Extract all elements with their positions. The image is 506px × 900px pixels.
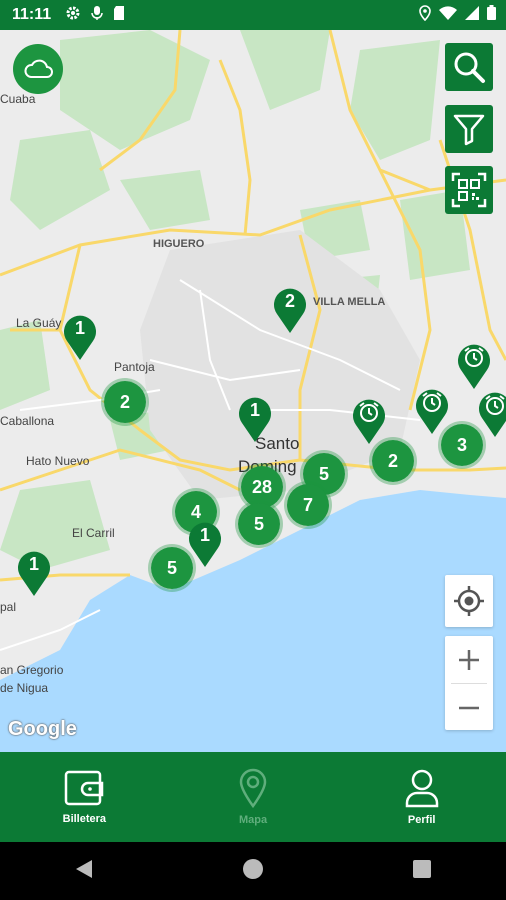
- pin-count: 1: [249, 400, 260, 420]
- place-pal: pal: [0, 600, 17, 614]
- plus-icon: [459, 649, 479, 670]
- wallet-icon: [65, 770, 104, 806]
- map-pin-icon: [239, 768, 267, 808]
- pin-count: 1: [28, 554, 39, 574]
- qr-code-icon: [451, 172, 487, 208]
- map-pin-marker[interactable]: 2: [271, 284, 309, 334]
- home-button[interactable]: [242, 858, 264, 885]
- map-pin-marker[interactable]: 1: [15, 547, 53, 597]
- place-caballona: Caballona: [0, 414, 55, 428]
- alarm-pin-marker[interactable]: [350, 395, 388, 445]
- place-villa-mella: VILLA MELLA: [313, 296, 386, 308]
- alarm-pin-marker[interactable]: [413, 385, 451, 435]
- alarm-clock-icon: [416, 389, 448, 434]
- pin-count: 2: [284, 291, 295, 311]
- recents-square-icon: [413, 859, 431, 878]
- my-location-button[interactable]: [445, 575, 493, 627]
- filter-icon: [453, 114, 485, 146]
- crosshair-icon: [454, 586, 484, 616]
- place-san-gregorio: an Gregorio: [0, 663, 64, 677]
- search-icon: [454, 52, 485, 83]
- place-cuaba: Cuaba: [0, 92, 36, 106]
- back-triangle-icon: [76, 859, 92, 878]
- battery-icon: [487, 5, 496, 25]
- alarm-pin-marker[interactable]: [476, 388, 506, 438]
- sd-card-icon: [113, 5, 125, 26]
- google-logo: Google: [8, 718, 77, 740]
- location-icon: [419, 4, 431, 26]
- signal-icon: [465, 5, 479, 25]
- pin-count: 1: [199, 525, 210, 545]
- map-pin-marker[interactable]: 1: [61, 311, 99, 361]
- map-view[interactable]: Cuaba HIGUERO VILLA MELLA La Guáy Pantoj…: [0, 30, 506, 752]
- cluster-marker[interactable]: 5: [235, 500, 283, 548]
- place-de-nigua: de Nigua: [0, 681, 49, 695]
- status-bar: 11:11: [0, 0, 506, 30]
- status-time: 11:11: [12, 6, 52, 23]
- minus-icon: [459, 706, 479, 709]
- system-navigation-bar: [0, 842, 506, 900]
- cloud-button[interactable]: [13, 44, 63, 94]
- user-icon: [405, 769, 438, 808]
- alarm-clock-icon: [479, 392, 506, 437]
- place-pantoja: Pantoja: [114, 360, 155, 374]
- nav-item-perfil[interactable]: Perfil: [337, 752, 506, 842]
- nav-item-billetera[interactable]: Billetera: [0, 752, 169, 842]
- home-circle-icon: [243, 858, 263, 879]
- alarm-clock-icon: [458, 344, 490, 389]
- alarm-clock-icon: [353, 399, 385, 444]
- nav-label: Perfil: [407, 814, 436, 826]
- settings-icon: [65, 5, 81, 26]
- recents-button[interactable]: [412, 859, 432, 884]
- search-button[interactable]: [445, 43, 493, 91]
- alarm-pin-marker[interactable]: [455, 340, 493, 390]
- zoom-controls: [445, 636, 493, 730]
- place-el-carril: El Carril: [72, 526, 115, 540]
- cloud-icon: [24, 59, 53, 78]
- map-pin-marker[interactable]: 1: [186, 518, 224, 568]
- qr-scan-button[interactable]: [445, 166, 493, 214]
- cluster-marker[interactable]: 7: [284, 481, 332, 529]
- bottom-navigation: Billetera Mapa Perfil: [0, 752, 506, 842]
- nav-label: Mapa: [238, 814, 268, 826]
- filter-button[interactable]: [445, 105, 493, 153]
- back-button[interactable]: [74, 858, 94, 885]
- zoom-out-button[interactable]: [445, 684, 493, 731]
- wifi-icon: [439, 5, 457, 25]
- place-la-guaya: La Guáy: [16, 316, 62, 330]
- mic-icon: [91, 5, 103, 26]
- place-higuero: HIGUERO: [153, 238, 205, 250]
- map-pin-marker[interactable]: 1: [236, 393, 274, 443]
- place-hato-nuevo: Hato Nuevo: [26, 454, 90, 468]
- nav-item-mapa[interactable]: Mapa: [169, 752, 338, 842]
- cluster-marker[interactable]: 2: [101, 378, 149, 426]
- nav-label: Billetera: [62, 813, 107, 825]
- zoom-in-button[interactable]: [445, 636, 493, 683]
- pin-count: 1: [74, 318, 85, 338]
